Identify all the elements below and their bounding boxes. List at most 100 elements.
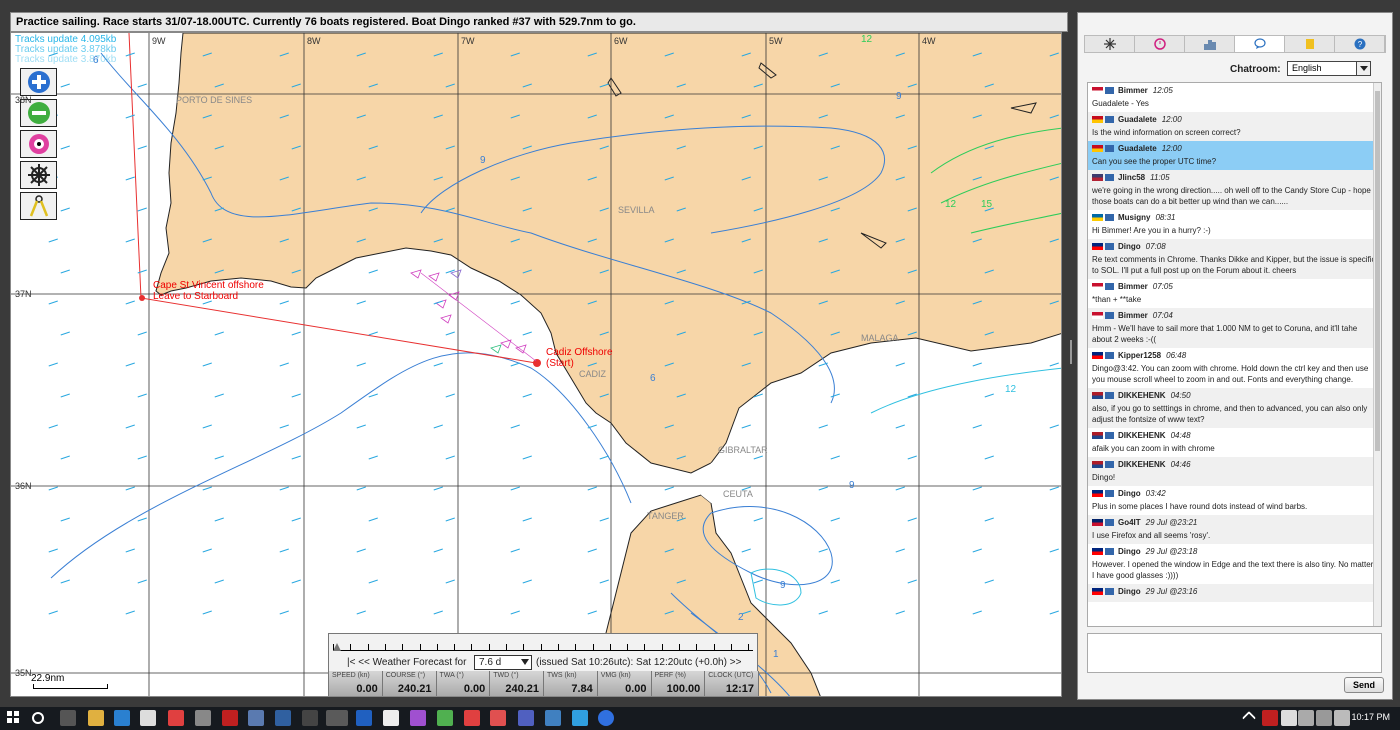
timeline-pointer[interactable] — [333, 643, 341, 651]
tray-chevron-icon[interactable] — [1241, 710, 1257, 726]
chat-username[interactable]: Kipper1258 — [1118, 350, 1161, 361]
system-clock[interactable]: 10:17 PM — [1351, 712, 1390, 722]
wind-arrow — [753, 517, 763, 522]
photoshop-icon[interactable] — [356, 710, 372, 726]
chat-message[interactable]: Bimmer 07:05 *than + **take — [1088, 279, 1381, 308]
cape-marker-label[interactable]: Cape St Vincent offshore Leave to Starbo… — [153, 280, 264, 302]
tab-help[interactable]: ? — [1335, 36, 1385, 52]
notification-icon[interactable] — [1334, 710, 1350, 726]
zoom-in-button[interactable] — [20, 68, 57, 96]
document-icon[interactable] — [383, 710, 399, 726]
chat-message[interactable]: Dingo 29 Jul @23:18 However. I opened the … — [1088, 544, 1381, 584]
chrome-icon[interactable] — [326, 710, 348, 726]
app-icon[interactable] — [490, 710, 506, 726]
task-view-icon[interactable] — [60, 710, 76, 726]
app-icon[interactable] — [518, 710, 534, 726]
chat-message[interactable]: Go4IT 29 Jul @23:21 I use Firefox and all … — [1088, 515, 1381, 544]
tray-app-icon[interactable] — [1281, 710, 1297, 726]
chat-message[interactable]: Bimmer 07:04 Hmm - We'll have to sail more… — [1088, 308, 1381, 348]
chatroom-select[interactable]: English — [1287, 61, 1371, 76]
app-icon[interactable] — [437, 710, 453, 726]
chat-username[interactable]: Dingo — [1118, 546, 1141, 557]
chat-username[interactable]: Bimmer — [1118, 85, 1148, 96]
file-explorer-icon[interactable] — [88, 710, 104, 726]
chat-message[interactable]: Musigny 08:31 Hi Bimmer! Are you in a hurr… — [1088, 210, 1381, 239]
wind-arrow — [368, 517, 378, 522]
chat-username[interactable]: Dingo — [1118, 488, 1141, 499]
chat-username[interactable]: Guadalete — [1118, 114, 1157, 125]
app-icon[interactable] — [195, 710, 211, 726]
chat-message[interactable]: Bimmer 12:05 Guadalete - Yes — [1088, 83, 1381, 112]
start-marker-note: (Start) — [546, 358, 574, 369]
chat-username[interactable]: Guadalete — [1118, 143, 1157, 154]
chat-message[interactable]: Dingo 07:08 Re text comments in Chrome. Th… — [1088, 239, 1381, 279]
chat-scrollbar[interactable] — [1373, 83, 1381, 626]
chat-timestamp: 04:48 — [1170, 431, 1191, 440]
chat-message[interactable]: DIKKEHENK 04:48 afaik you can zoom in with… — [1088, 428, 1381, 457]
search-icon[interactable] — [32, 712, 44, 724]
chat-username[interactable]: Dingo — [1118, 241, 1141, 252]
chat-username[interactable]: Go4IT — [1118, 517, 1141, 528]
app-icon[interactable] — [275, 710, 291, 726]
chat-input[interactable] — [1087, 633, 1382, 673]
tab-chat[interactable] — [1235, 36, 1285, 52]
app-icon[interactable] — [545, 710, 561, 726]
acrobat-icon[interactable] — [222, 710, 238, 726]
chat-username[interactable]: Bimmer — [1118, 310, 1148, 321]
edge-icon[interactable] — [114, 710, 130, 726]
boat-metrics: SPEED (kn) 0.00 COURSE (°) 240.21 TWA (°) 0… — [329, 671, 759, 696]
map-canvas[interactable] — [11, 33, 1062, 697]
tab-notes[interactable] — [1285, 36, 1335, 52]
chat-username[interactable]: DIKKEHENK — [1118, 430, 1166, 441]
chat-message[interactable]: Dingo 29 Jul @23:16 — [1088, 584, 1381, 602]
windows-start-icon[interactable] — [6, 710, 22, 726]
store-icon[interactable] — [140, 710, 156, 726]
waypoint-button[interactable] — [20, 192, 57, 220]
forecast-issued-text[interactable]: (issued Sat 10:26utc): Sat 12:20utc (+0.… — [536, 657, 741, 668]
wind-arrow — [895, 486, 905, 491]
scrollbar-thumb[interactable] — [1375, 91, 1380, 451]
flag-icon — [1092, 312, 1103, 319]
tab-clock[interactable] — [1135, 36, 1185, 52]
app-icon[interactable] — [410, 710, 426, 726]
chat-username[interactable]: DIKKEHENK — [1118, 459, 1166, 470]
volume-icon[interactable] — [1316, 710, 1332, 726]
start-marker-label[interactable]: Cadiz Offshore (Start) — [546, 347, 613, 369]
app-icon[interactable] — [572, 710, 588, 726]
wind-arrow — [137, 145, 147, 150]
wind-arrow — [137, 579, 147, 584]
app-icon[interactable] — [302, 710, 318, 726]
app-icon[interactable] — [168, 710, 184, 726]
app-icon[interactable] — [598, 710, 614, 726]
chat-message[interactable]: DIKKEHENK 04:50 also, if you go to setttin… — [1088, 388, 1381, 428]
metric-label: VMG (kn) — [600, 672, 631, 679]
chat-username[interactable]: Dingo — [1118, 586, 1141, 597]
nautical-map[interactable]: Tracks update 4.095kb Tracks update 3.87… — [10, 32, 1062, 697]
center-boat-button[interactable] — [20, 130, 57, 158]
chat-message-list[interactable]: Bimmer 12:05 Guadalete - Yes Guadalete 12:00… — [1087, 82, 1382, 627]
chat-username[interactable]: Bimmer — [1118, 281, 1148, 292]
chat-username[interactable]: Jlinc58 — [1118, 172, 1145, 183]
tray-app-icon[interactable] — [1262, 710, 1278, 726]
tab-ranking[interactable] — [1185, 36, 1235, 52]
chat-username[interactable]: Musigny — [1118, 212, 1150, 223]
network-icon[interactable] — [1298, 710, 1314, 726]
app-icon[interactable] — [248, 710, 264, 726]
chat-message[interactable]: Jlinc58 11:05 we're going in the wrong dir… — [1088, 170, 1381, 210]
chat-message[interactable]: Dingo 03:42 Plus in some places I have rou… — [1088, 486, 1381, 515]
panel-splitter[interactable] — [1068, 340, 1074, 364]
chat-text: Dingo@3:42. You can zoom with chrome. Ho… — [1092, 364, 1369, 384]
tab-compass[interactable] — [1085, 36, 1135, 52]
helm-button[interactable] — [20, 161, 57, 189]
chat-message[interactable]: DIKKEHENK 04:46 Dingo! — [1088, 457, 1381, 486]
forecast-range-select[interactable]: 7.6 d — [474, 655, 532, 670]
forecast-timeline[interactable] — [333, 637, 753, 651]
chat-message[interactable]: Guadalete 12:00 Is the wind information on… — [1088, 112, 1381, 141]
send-button[interactable]: Send — [1344, 677, 1384, 693]
app-icon[interactable] — [464, 710, 480, 726]
wind-arrow — [137, 331, 147, 336]
chat-username[interactable]: DIKKEHENK — [1118, 390, 1166, 401]
forecast-nav-back[interactable]: |< << Weather Forecast for — [347, 657, 466, 668]
chat-message[interactable]: Kipper1258 06:48 Dingo@3:42. You can zoom … — [1088, 348, 1381, 388]
chat-message[interactable]: Guadalete 12:00 Can you see the proper UTC… — [1088, 141, 1381, 170]
